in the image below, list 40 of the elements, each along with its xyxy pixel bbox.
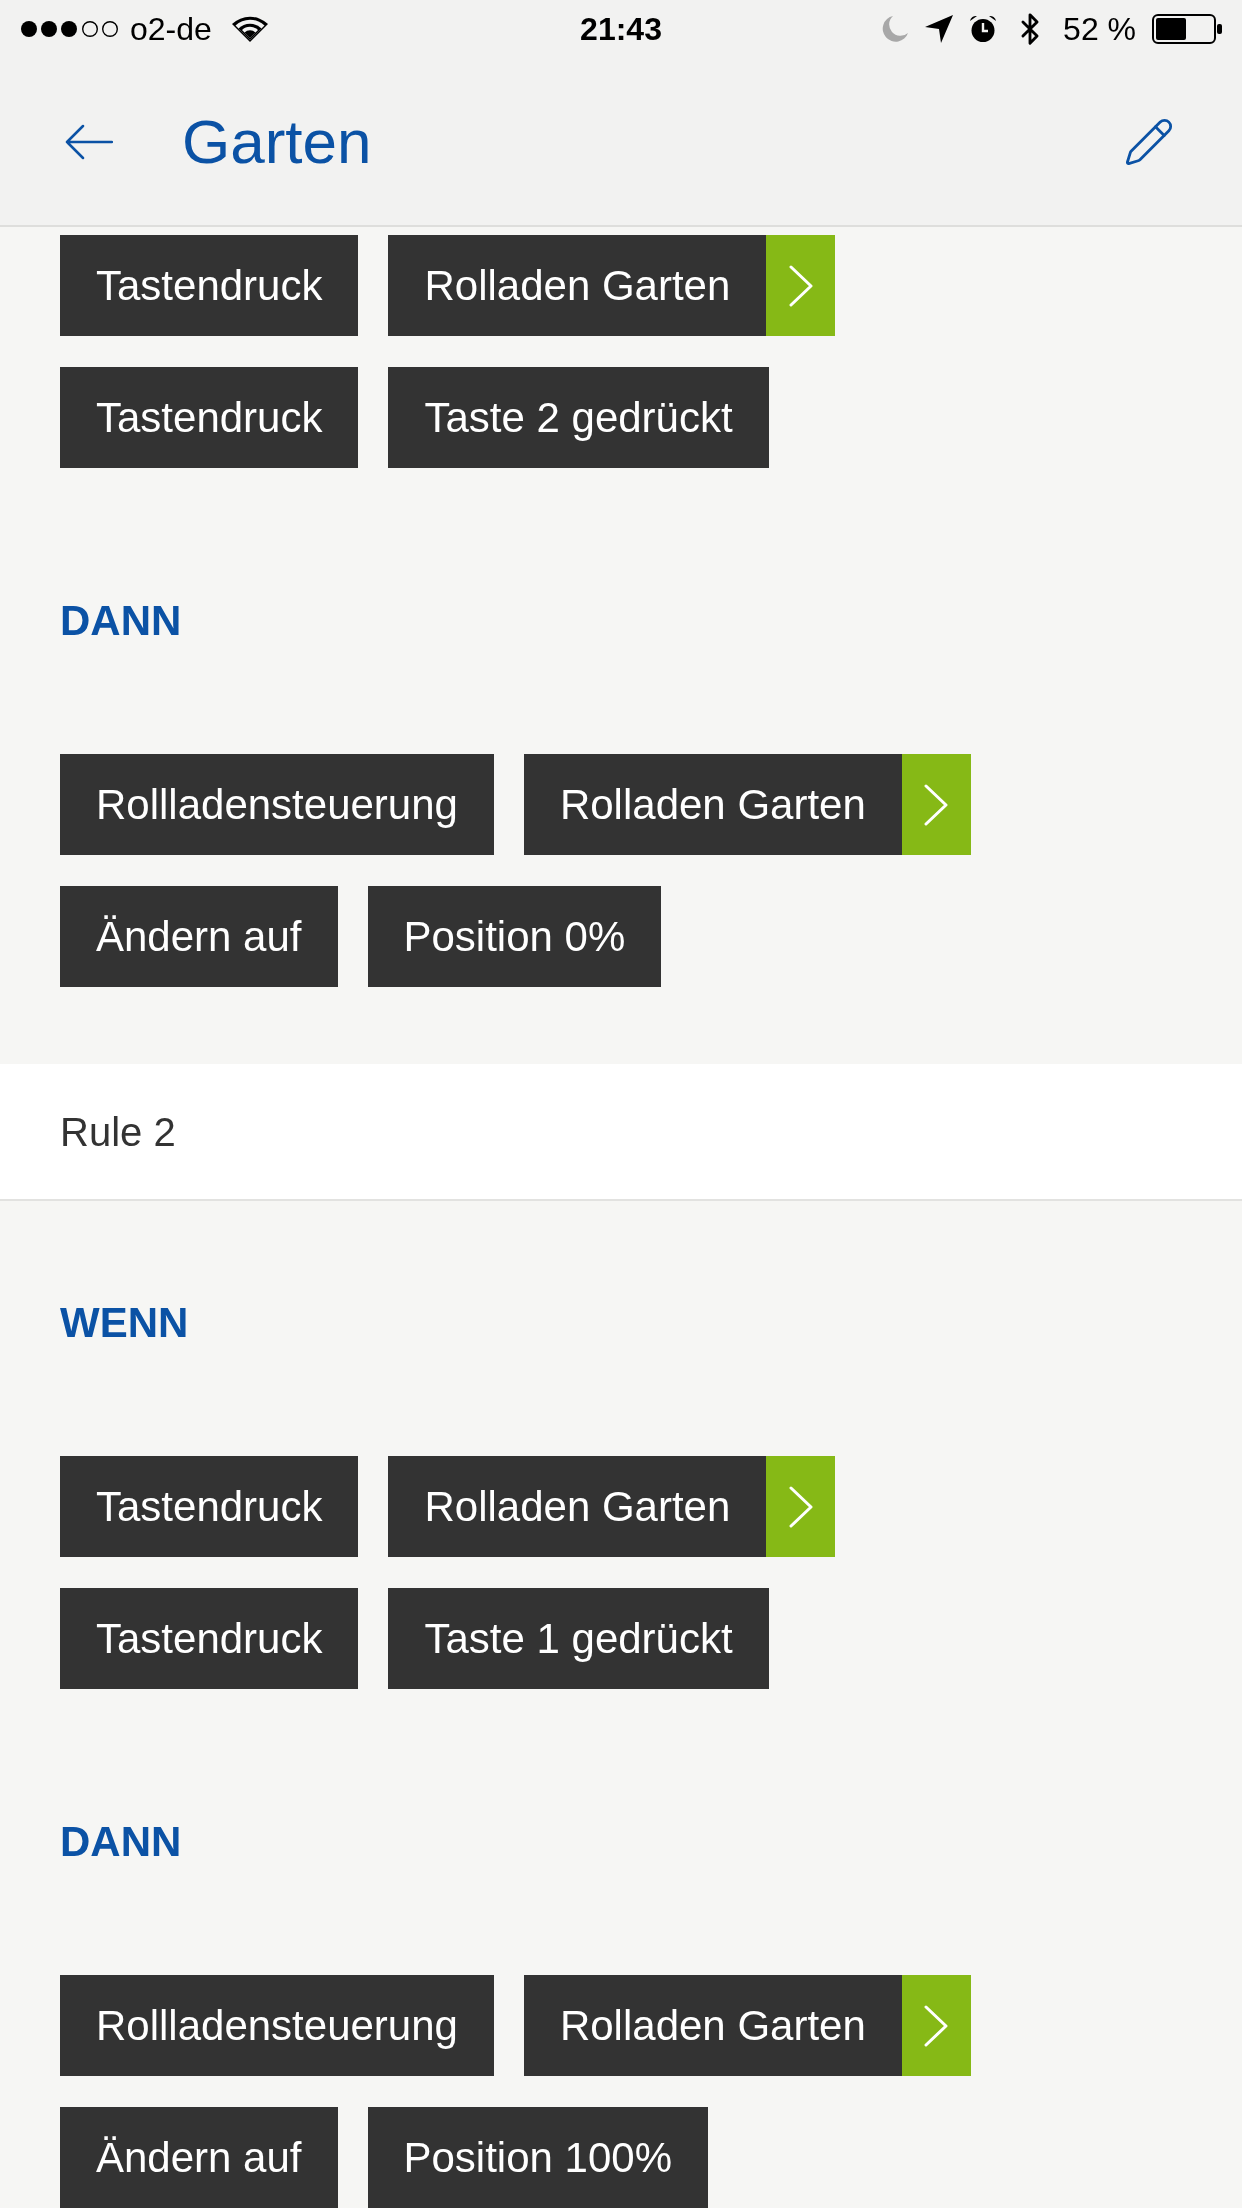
alarm-clock-icon: [969, 15, 998, 44]
rule-chip: Tastendruck: [60, 367, 359, 468]
signal-icon: [20, 20, 120, 39]
rule-chip: Ändern auf: [60, 2107, 338, 2208]
rule-chip: Taste 2 gedrückt: [388, 367, 769, 468]
section-heading: WENN: [60, 1299, 189, 1346]
rule-chip: Position 100%: [367, 2107, 708, 2208]
rule-chip: Ändern auf: [60, 886, 338, 987]
moon-icon: [881, 15, 910, 44]
rule-chip: Tastendruck: [60, 1588, 359, 1689]
rule-chip: Rollladensteuerung: [60, 754, 494, 855]
carrier-name: o2-de: [130, 10, 212, 50]
rule-chip: Taste 1 gedrückt: [388, 1588, 769, 1689]
location-arrow-icon: [925, 15, 954, 44]
wifi-icon: [231, 16, 268, 43]
rule-chip: Rolladen Garten: [523, 1975, 902, 2076]
battery-icon: [1152, 14, 1222, 45]
battery-percent: 52 %: [1063, 10, 1136, 50]
rule-chip: Rolladen Garten: [523, 754, 902, 855]
chevron-button[interactable]: [766, 1456, 836, 1557]
chevron-button[interactable]: [766, 235, 836, 336]
chevron-right-icon: [924, 2004, 949, 2047]
page-title: Garten: [182, 106, 372, 179]
rule-chip: Rolladen Garten: [388, 235, 767, 336]
rule-chip: Rollladensteuerung: [60, 1975, 494, 2076]
section-heading: DANN: [60, 1818, 182, 1865]
rule-chip: Tastendruck: [60, 235, 359, 336]
rule-chip: Rolladen Garten: [388, 1456, 767, 1557]
chevron-button[interactable]: [901, 1975, 971, 2076]
clock-time: 21:43: [580, 10, 662, 50]
rule-chip: Tastendruck: [60, 1456, 359, 1557]
chevron-right-icon: [788, 264, 813, 307]
rule-title: Rule 2: [60, 1108, 176, 1156]
back-arrow-icon: [65, 123, 113, 160]
section-heading: DANN: [60, 597, 182, 644]
back-button[interactable]: [65, 123, 113, 160]
chevron-button[interactable]: [901, 754, 971, 855]
rule-chip: Position 0%: [367, 886, 662, 987]
chevron-right-icon: [924, 783, 949, 826]
chevron-right-icon: [788, 1485, 813, 1528]
